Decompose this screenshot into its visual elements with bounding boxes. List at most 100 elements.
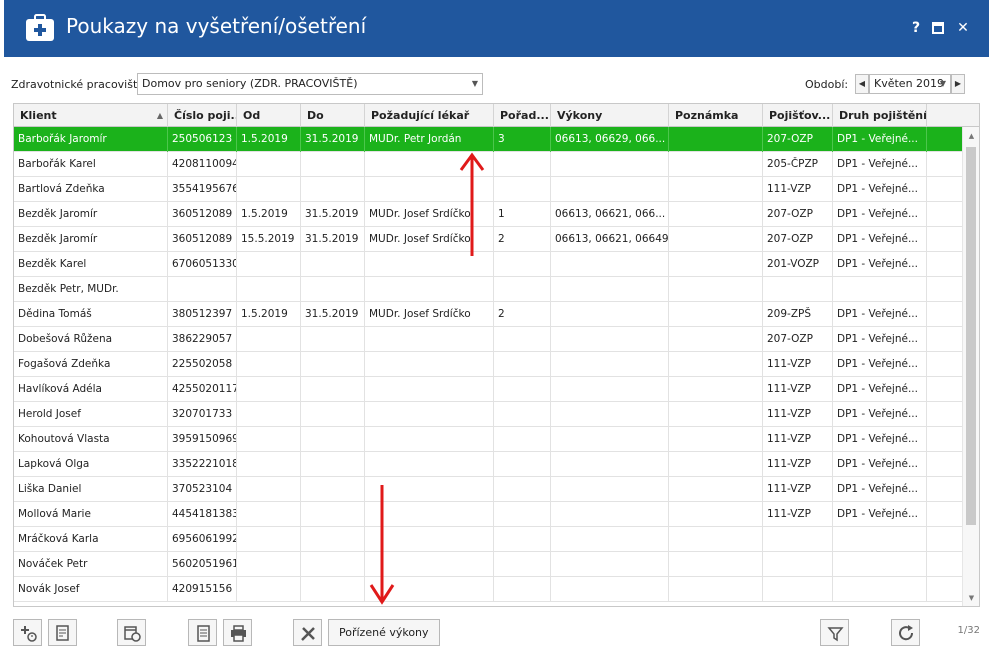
period-next-button[interactable]: ▶ [951,74,965,94]
close-button[interactable]: ✕ [953,18,973,38]
cell-to-date [301,427,365,452]
cell-procedures [551,427,669,452]
cell-procedures [551,327,669,352]
column-header-client[interactable]: Klient ▲ [14,104,168,127]
cell-client: Bezděk Jaromír [14,227,168,252]
cell-order [494,502,551,527]
add-referral-button[interactable] [13,619,42,646]
column-header-to-date[interactable]: Do [301,104,365,127]
settings-button[interactable] [293,619,322,646]
table-row-selected[interactable]: Barbořák Jaromír 250506123 1.5.2019 31.5.20… [14,127,979,152]
filter-bar: Zdravotnické pracoviště: Domov pro senio… [0,70,993,96]
cell-procedures [551,152,669,177]
scrollbar-thumb[interactable] [966,147,976,525]
cell-from-date: 15.5.2019 [237,227,301,252]
cell-note [669,552,763,577]
column-header-label: Pořad... [500,109,549,122]
table-row[interactable]: Mollová Marie 4454181383 111-VZP DP1 - Veře… [14,502,979,527]
period-prev-button[interactable]: ◀ [855,74,869,94]
column-header-label: Druh pojištění [839,109,927,122]
column-header-insurer[interactable]: Pojišťov... [763,104,833,127]
column-header-label: Do [307,109,324,122]
column-header-requesting-doctor[interactable]: Požadující lékař [365,104,494,127]
column-header-note[interactable]: Poznámka [669,104,763,127]
cell-insurance-type: DP1 - Veřejné... [833,352,927,377]
scroll-up-icon[interactable]: ▲ [963,129,979,143]
edit-referral-button[interactable] [48,619,77,646]
column-header-label: Číslo poji... [174,109,237,122]
table-row[interactable]: Nováček Petr 5602051961 [14,552,979,577]
cell-from-date [237,477,301,502]
workplace-select[interactable]: Domov pro seniory (ZDR. PRACOVIŠTĚ) ▼ [137,73,483,95]
cell-insurance-type: DP1 - Veřejné... [833,202,927,227]
table-row[interactable]: Kohoutová Vlasta 3959150969 111-VZP DP1 - V… [14,427,979,452]
column-header-order[interactable]: Pořad... [494,104,551,127]
history-button[interactable] [117,619,146,646]
cell-insurance-number: 320701733 [168,402,237,427]
table-row[interactable]: Dědina Tomáš 380512397 1.5.2019 31.5.2019 MU… [14,302,979,327]
vertical-scrollbar[interactable]: ▲ ▼ [962,127,979,606]
cell-to-date [301,477,365,502]
workplace-label: Zdravotnické pracoviště: [11,78,148,91]
performed-procedures-button[interactable]: Pořízené výkony [328,619,440,646]
cell-procedures [551,552,669,577]
cell-to-date [301,327,365,352]
column-header-insurance-type[interactable]: Druh pojištění [833,104,927,127]
table-row[interactable]: Novák Josef 420915156 [14,577,979,602]
table-row[interactable]: Mráčková Karla 6956061992 [14,527,979,552]
filter-button[interactable] [820,619,849,646]
cell-insurance-number: 370523104 [168,477,237,502]
table-row[interactable]: Fogašová Zdeňka 225502058 111-VZP DP1 - Veř… [14,352,979,377]
cell-procedures [551,477,669,502]
table-row[interactable]: Dobešová Růžena 386229057 207-OZP DP1 - Veř… [14,327,979,352]
table-row[interactable]: Bezděk Petr, MUDr. [14,277,979,302]
table-row[interactable]: Bezděk Jaromír 360512089 15.5.2019 31.5.201… [14,227,979,252]
cell-procedures [551,527,669,552]
cell-to-date [301,377,365,402]
column-header-from-date[interactable]: Od [237,104,301,127]
column-header-procedures[interactable]: Výkony [551,104,669,127]
document-button[interactable] [188,619,217,646]
cell-client: Bezděk Jaromír [14,202,168,227]
period-select[interactable]: Květen 2019 ▼ [869,74,951,94]
cell-procedures [551,252,669,277]
calendar-clock-icon [124,626,141,642]
scroll-down-icon[interactable]: ▼ [963,591,979,605]
cell-insurance-number: 420915156 [168,577,237,602]
table-row[interactable]: Bezděk Jaromír 360512089 1.5.2019 31.5.2019… [14,202,979,227]
annotation-arrow-up [459,152,485,256]
cell-note [669,502,763,527]
cell-from-date [237,252,301,277]
refresh-button[interactable] [891,619,920,646]
cell-note [669,152,763,177]
table-row[interactable]: Barbořák Karel 4208110094 205-ČPZP DP1 - Ve… [14,152,979,177]
period-value: Květen 2019 [874,77,945,90]
table-row[interactable]: Liška Daniel 370523104 111-VZP DP1 - Veřejn… [14,477,979,502]
cell-to-date [301,177,365,202]
table-row[interactable]: Havlíková Adéla 4255020117 111-VZP DP1 - Ve… [14,377,979,402]
cell-insurance-number: 3959150969 [168,427,237,452]
table-row[interactable]: Herold Josef 320701733 111-VZP DP1 - Veřejn… [14,402,979,427]
cell-insurance-number: 4255020117 [168,377,237,402]
dropdown-arrow-icon: ▼ [471,79,478,88]
table-row[interactable]: Bartlová Zdeňka 3554195676 111-VZP DP1 - Ve… [14,177,979,202]
referrals-table: Klient ▲ Číslo poji... Od Do Požadující lékař… [13,103,980,607]
help-button[interactable]: ? [906,18,926,38]
cell-client: Liška Daniel [14,477,168,502]
cell-order: 1 [494,202,551,227]
dropdown-arrow-icon: ▼ [939,79,946,88]
table-row[interactable]: Bezděk Karel 6706051330 201-VOZP DP1 - Veře… [14,252,979,277]
cell-insurance-type: DP1 - Veřejné... [833,127,927,152]
cell-insurance-type: DP1 - Veřejné... [833,502,927,527]
cell-insurance-number: 3554195676 [168,177,237,202]
column-header-insurance-number[interactable]: Číslo poji... [168,104,237,127]
cell-insurance-number: 4454181383 [168,502,237,527]
print-button[interactable] [223,619,252,646]
table-row[interactable]: Lapková Olga 3352221018 111-VZP DP1 - Veřej… [14,452,979,477]
cell-note [669,127,763,152]
cell-order [494,377,551,402]
cell-order [494,452,551,477]
cell-insurer [763,527,833,552]
maximize-button[interactable] [928,18,948,38]
period-label: Období: [805,78,849,91]
